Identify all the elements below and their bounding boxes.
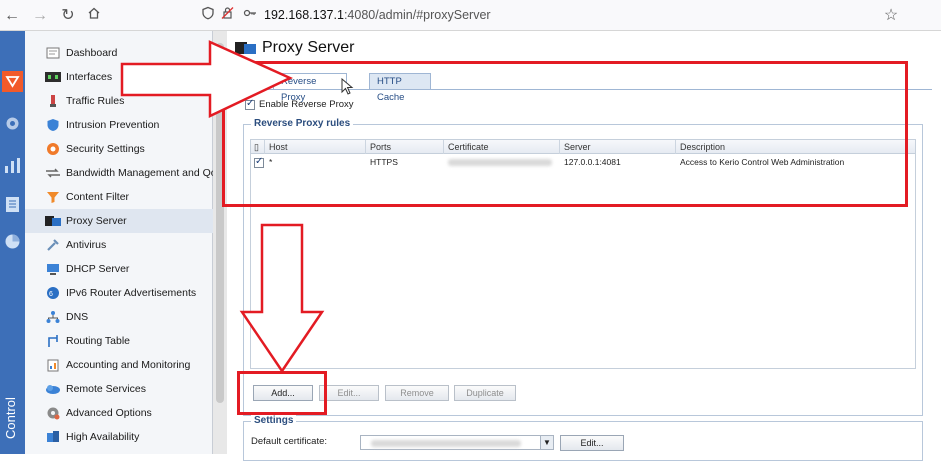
annotation-arrow-1 xyxy=(120,40,293,118)
annotation-arrows xyxy=(120,40,325,374)
annotation-arrow-2 xyxy=(239,223,325,374)
mouse-cursor-icon xyxy=(341,78,354,95)
